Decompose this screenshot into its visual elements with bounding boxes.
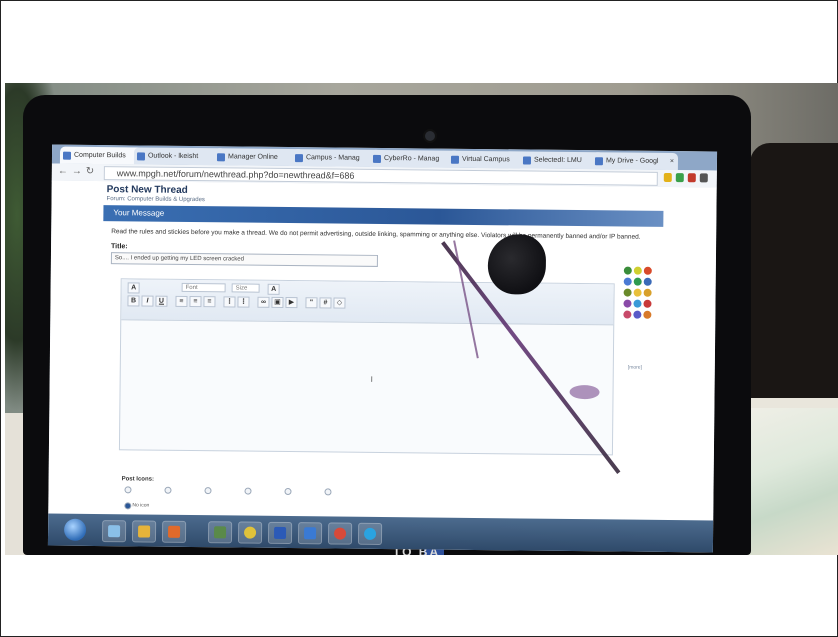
app-icon bbox=[303, 527, 317, 540]
code-icon[interactable]: # bbox=[319, 297, 332, 309]
unordered-list-icon[interactable]: ⋮ bbox=[237, 296, 250, 308]
align-right-icon[interactable]: ≡ bbox=[203, 296, 216, 308]
photo: TO BA Computer Builds × Outlook - lkeish… bbox=[5, 83, 838, 555]
tab-manager-online[interactable]: Manager Online × bbox=[213, 148, 305, 167]
smiley-icon[interactable] bbox=[643, 266, 652, 275]
underline-button[interactable]: U bbox=[155, 295, 168, 307]
switch-mode-icon[interactable]: A bbox=[127, 282, 140, 294]
taskbar-app[interactable] bbox=[267, 521, 293, 545]
smiley-icon[interactable] bbox=[643, 288, 652, 297]
word-icon bbox=[274, 526, 287, 539]
size-select[interactable]: Size bbox=[231, 283, 260, 293]
editor-toolbar: A Font Size A B I U ≡ ≡ ≡ ⋮ ⋮ ∞ ▣ ▶ " # bbox=[121, 279, 614, 326]
taskbar-app[interactable] bbox=[327, 522, 353, 545]
menu-icon[interactable] bbox=[699, 173, 708, 183]
forum-favicon-icon bbox=[62, 151, 72, 160]
ink-blot bbox=[487, 234, 547, 295]
smiley-icon[interactable] bbox=[633, 299, 642, 308]
html-icon[interactable]: ◇ bbox=[333, 297, 346, 309]
font-select[interactable]: Font bbox=[181, 282, 226, 293]
page-title: Post New Thread bbox=[106, 184, 188, 196]
taskbar-app[interactable] bbox=[237, 521, 263, 544]
back-arrow-icon[interactable]: ← bbox=[58, 166, 68, 177]
smiley-icon[interactable] bbox=[643, 299, 652, 308]
smiley-icon[interactable] bbox=[633, 277, 642, 286]
image-icon[interactable]: ▣ bbox=[271, 296, 284, 308]
smiley-icon[interactable] bbox=[643, 310, 652, 319]
outlook-icon bbox=[136, 152, 146, 161]
taskbar-app[interactable] bbox=[161, 520, 187, 543]
align-center-icon[interactable]: ≡ bbox=[189, 295, 202, 308]
app-icon bbox=[333, 527, 347, 540]
campus-icon bbox=[294, 154, 304, 163]
post-icon-radio[interactable] bbox=[324, 488, 332, 496]
thread-title-input[interactable]: So.... I ended up getting my LED screen … bbox=[110, 252, 378, 267]
campus-icon bbox=[450, 155, 460, 164]
post-icon-radio[interactable] bbox=[164, 486, 172, 494]
ink-splash bbox=[569, 384, 600, 400]
ordered-list-icon[interactable]: ⋮ bbox=[223, 296, 236, 308]
webcam bbox=[425, 131, 435, 141]
chrome-icon bbox=[244, 526, 257, 539]
text-cursor-icon: I bbox=[370, 374, 373, 384]
tab-cyberro[interactable]: CyberRo - Manag × bbox=[369, 149, 461, 168]
laptop-screen: Computer Builds × Outlook - lkeisht × Ma… bbox=[47, 144, 718, 553]
post-icon-radio[interactable] bbox=[204, 487, 212, 495]
media-player-icon bbox=[168, 525, 181, 538]
italic-button[interactable]: I bbox=[141, 295, 154, 307]
close-icon[interactable]: × bbox=[670, 153, 674, 170]
star-icon[interactable] bbox=[663, 172, 672, 183]
smiley-icon[interactable] bbox=[623, 266, 632, 275]
bold-button[interactable]: B bbox=[127, 295, 140, 307]
smiley-icon[interactable] bbox=[633, 288, 642, 297]
breadcrumb[interactable]: Forum: Computer Builds & Upgrades bbox=[107, 196, 205, 203]
app-icon bbox=[214, 526, 227, 539]
rules-notice: Read the rules and stickies before you m… bbox=[111, 228, 641, 241]
smiley-icon[interactable] bbox=[643, 277, 652, 286]
forward-arrow-icon[interactable]: → bbox=[72, 166, 82, 177]
tab-campus[interactable]: Campus - Manag × bbox=[291, 149, 383, 167]
quote-icon[interactable]: " bbox=[305, 297, 318, 309]
post-icon-radio[interactable] bbox=[284, 487, 292, 496]
smiley-icon[interactable] bbox=[633, 266, 642, 275]
title-label: Title: bbox=[111, 243, 128, 251]
reload-icon[interactable]: ↻ bbox=[86, 166, 95, 177]
smiley-icon[interactable] bbox=[623, 288, 632, 297]
text-color-icon[interactable]: A bbox=[267, 283, 280, 295]
smiley-icon[interactable] bbox=[623, 299, 632, 308]
your-message-header: Your Message bbox=[103, 205, 664, 227]
more-smilies-link[interactable]: [more] bbox=[628, 365, 642, 371]
manager-icon bbox=[216, 153, 226, 162]
taskbar-app[interactable] bbox=[131, 520, 157, 543]
cyberro-icon bbox=[372, 154, 382, 163]
extension-icon[interactable] bbox=[675, 173, 684, 183]
link-icon[interactable]: ∞ bbox=[257, 296, 270, 308]
post-icon-radio[interactable] bbox=[124, 486, 132, 494]
post-icons-label: Post Icons: bbox=[121, 476, 154, 483]
no-icon-label: No icon bbox=[132, 502, 150, 509]
tab-my-drive[interactable]: My Drive - Googl × bbox=[591, 152, 679, 171]
ie-icon bbox=[108, 525, 121, 538]
video-icon[interactable]: ▶ bbox=[285, 296, 298, 309]
smiley-icon[interactable] bbox=[633, 310, 642, 319]
taskbar-app[interactable] bbox=[297, 522, 323, 545]
extension-icon[interactable] bbox=[687, 173, 696, 183]
selected-icon bbox=[522, 156, 532, 165]
tab-outlook[interactable]: Outlook - lkeisht × bbox=[133, 147, 227, 166]
post-icon-radio[interactable] bbox=[244, 487, 252, 495]
no-icon-radio[interactable] bbox=[124, 502, 132, 510]
smiley-icon[interactable] bbox=[623, 310, 632, 319]
folder-icon bbox=[138, 525, 151, 538]
taskbar-app[interactable] bbox=[101, 520, 127, 543]
taskbar-app[interactable] bbox=[357, 522, 383, 546]
align-left-icon[interactable]: ≡ bbox=[175, 295, 188, 307]
drive-icon bbox=[594, 157, 604, 166]
taskbar-app[interactable] bbox=[207, 521, 233, 544]
windows-start-icon[interactable] bbox=[63, 518, 87, 541]
skype-icon bbox=[363, 527, 377, 540]
smiley-icon[interactable] bbox=[623, 277, 632, 286]
